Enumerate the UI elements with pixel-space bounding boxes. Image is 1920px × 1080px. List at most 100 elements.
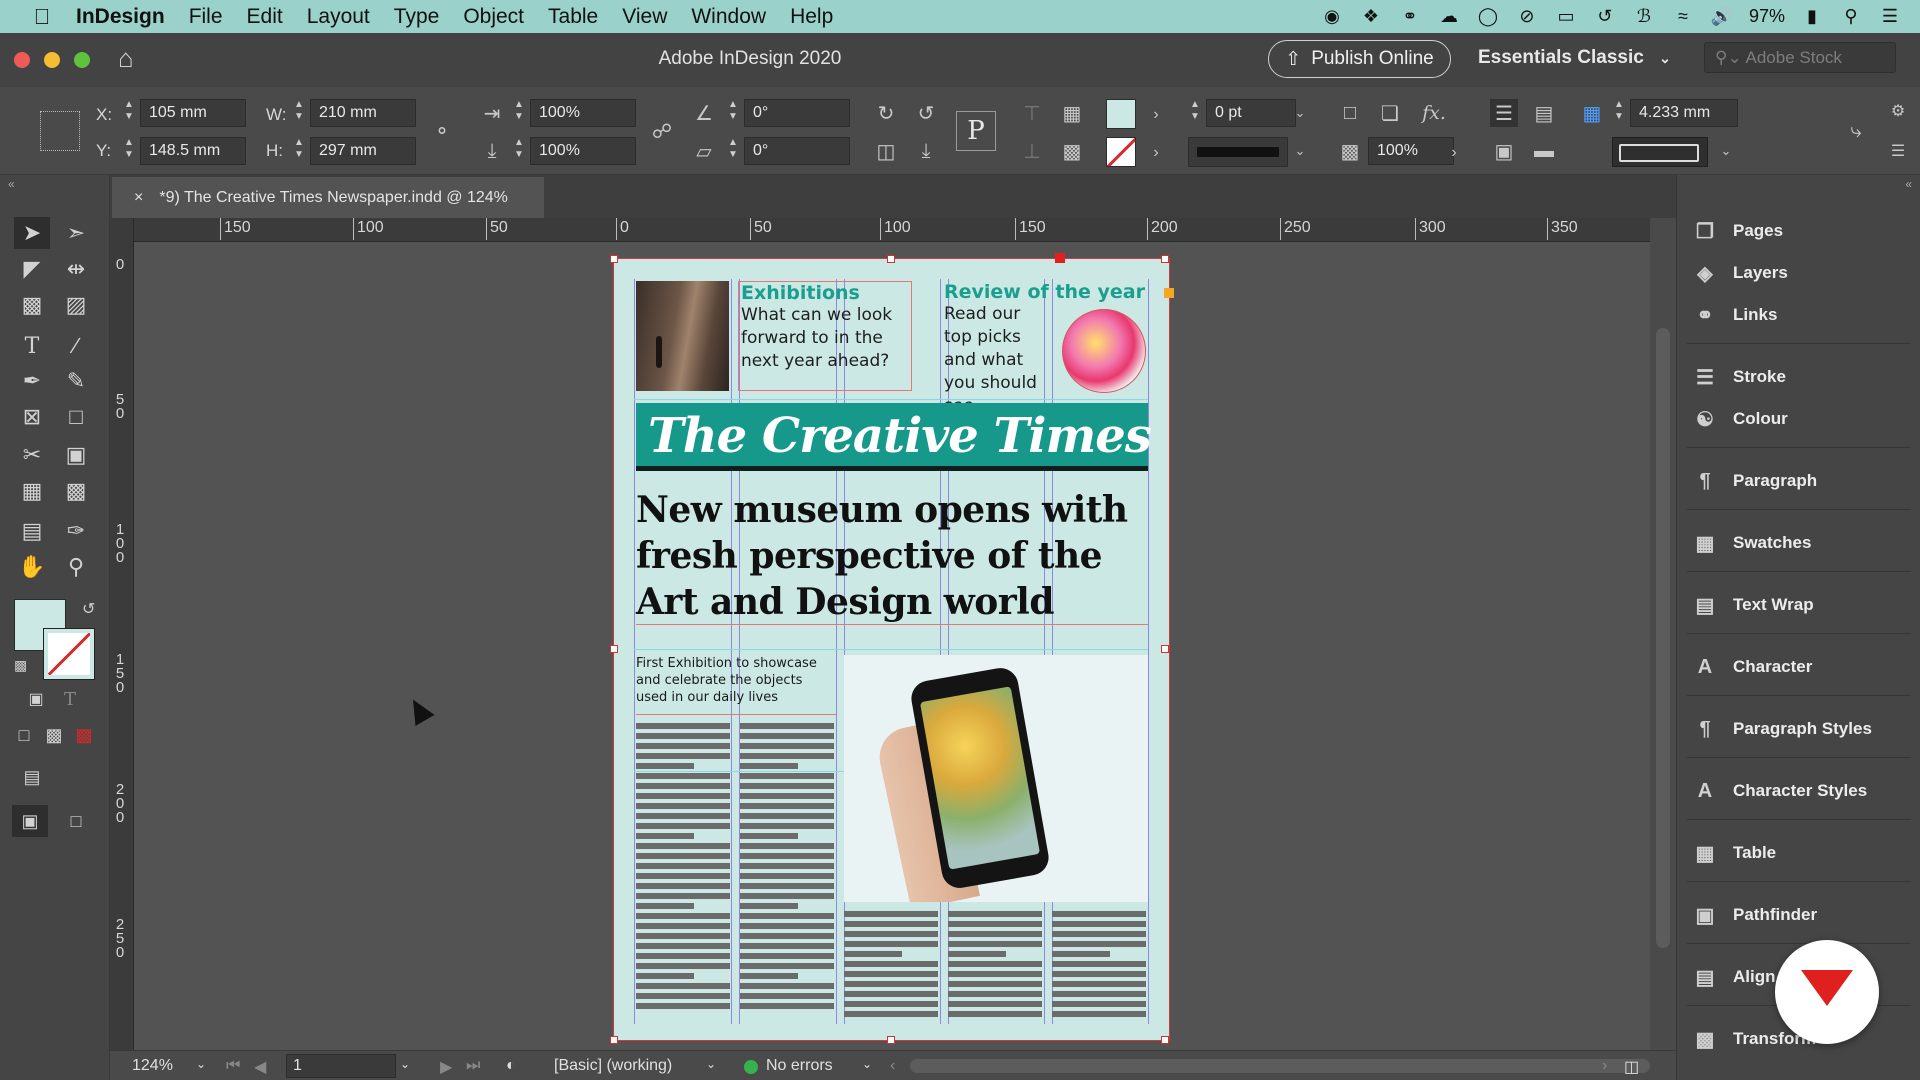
screen-mode-icon[interactable]: ▤ bbox=[14, 761, 50, 793]
previous-page-icon[interactable]: ◀ bbox=[254, 1057, 266, 1077]
w-stepper[interactable]: ▲ ▼ bbox=[292, 99, 306, 127]
preflight-dropdown-icon[interactable]: ⌄ bbox=[706, 1057, 716, 1071]
stroke-weight-stepper[interactable]: ▲ ▼ bbox=[1188, 99, 1202, 127]
selection-tool-icon[interactable]: ➤ bbox=[14, 217, 50, 249]
close-tab-icon[interactable]: × bbox=[134, 189, 143, 207]
deck-frame[interactable]: First Exhibition to showcase and celebra… bbox=[636, 655, 836, 715]
vertical-ruler[interactable]: 0 50 100 150 200 250 bbox=[110, 218, 134, 1050]
rotate-ccw-icon[interactable]: ↺ bbox=[912, 99, 940, 127]
align-top-icon[interactable]: ⊤ bbox=[1018, 99, 1046, 127]
stroke-type-dropdown[interactable] bbox=[1188, 137, 1288, 167]
adobe-stock-search[interactable]: ⚲⌄ Adobe Stock bbox=[1704, 42, 1896, 73]
swap-fill-stroke-icon[interactable]: ↺ bbox=[82, 599, 95, 619]
stroke-weight-field[interactable]: 0 pt bbox=[1206, 99, 1296, 127]
x-field[interactable]: 105 mm bbox=[140, 99, 246, 127]
hand-tool-icon[interactable]: ✋ bbox=[14, 551, 50, 583]
apply-none-icon[interactable]: ▩ bbox=[66, 719, 102, 751]
panel-colour[interactable]: ☯ Colour bbox=[1691, 399, 1911, 439]
panel-links[interactable]: ⚭ Links bbox=[1691, 295, 1911, 335]
text-wrap-object-icon[interactable]: ▣ bbox=[1490, 137, 1518, 165]
phone-photo[interactable] bbox=[844, 655, 1148, 902]
menu-app[interactable]: InDesign bbox=[64, 5, 177, 29]
align-bottom-icon[interactable]: ⊥ bbox=[1018, 137, 1046, 165]
next-page-icon[interactable]: ▶ bbox=[440, 1057, 452, 1077]
menu-type[interactable]: Type bbox=[382, 5, 452, 29]
vertical-scrollbar-thumb[interactable] bbox=[1656, 328, 1670, 948]
corner-options-handle[interactable] bbox=[1164, 288, 1174, 298]
menu-layout[interactable]: Layout bbox=[295, 5, 382, 29]
menu-file[interactable]: File bbox=[177, 5, 235, 29]
headline-frame[interactable]: New museum opens with fresh perspective … bbox=[636, 487, 1148, 625]
scale-x-field[interactable]: 100% bbox=[530, 99, 636, 127]
gap-tool-icon-2[interactable]: ⇹ bbox=[58, 253, 94, 285]
cloud-upload-icon[interactable]: ☁ bbox=[1437, 6, 1461, 27]
h-stepper[interactable]: ▲ ▼ bbox=[292, 137, 306, 165]
rotate-cw-icon[interactable]: ↻ bbox=[872, 99, 900, 127]
last-page-icon[interactable]: ⏭ bbox=[466, 1057, 480, 1075]
panel-table[interactable]: ▦ Table bbox=[1691, 833, 1911, 873]
creative-cloud-icon[interactable]: ⚭ bbox=[1398, 6, 1422, 27]
scale-y-field[interactable]: 100% bbox=[530, 137, 636, 165]
shear-field[interactable]: 0° bbox=[744, 137, 850, 165]
scale-x-stepper[interactable]: ▲ ▼ bbox=[512, 99, 526, 127]
preflight-profile-icon[interactable]: ◐ bbox=[506, 1057, 516, 1075]
content-collector-icon[interactable]: ▩ bbox=[14, 289, 50, 321]
page-number-field[interactable]: 1 bbox=[286, 1054, 396, 1078]
formatting-text-icon[interactable]: T bbox=[52, 683, 88, 715]
wifi-icon[interactable]: ≈ bbox=[1671, 6, 1695, 27]
stroke-weight-dropdown-icon[interactable]: ⌄ bbox=[1286, 99, 1314, 127]
y-stepper[interactable]: ▲ ▼ bbox=[122, 137, 136, 165]
stroke-swatch[interactable] bbox=[1106, 137, 1136, 167]
panel-pathfinder[interactable]: ▣ Pathfinder bbox=[1691, 895, 1911, 935]
workspace-switcher[interactable]: Essentials Classic ⌄ bbox=[1478, 47, 1671, 69]
preflight-profile-label[interactable]: [Basic] (working) bbox=[554, 1057, 672, 1075]
airplay-icon[interactable]: ▭ bbox=[1554, 6, 1578, 27]
x-stepper[interactable]: ▲ ▼ bbox=[122, 99, 136, 127]
body-text-column[interactable] bbox=[636, 719, 730, 1019]
text-wrap-box-icon[interactable]: ▤ bbox=[1530, 99, 1558, 127]
document-page[interactable]: Exhibitions What can we look forward to … bbox=[610, 253, 1174, 1044]
scroll-right-icon[interactable]: › bbox=[1602, 1057, 1607, 1075]
menu-table[interactable]: Table bbox=[536, 5, 610, 29]
selection-handle[interactable] bbox=[887, 1036, 895, 1044]
stroke-color-swatch[interactable] bbox=[43, 628, 95, 680]
preflight-status-label[interactable]: No errors bbox=[766, 1057, 833, 1075]
panel-menu-icon[interactable]: ☰ bbox=[1884, 137, 1912, 165]
menu-view[interactable]: View bbox=[610, 5, 679, 29]
text-wrap-jump-icon[interactable]: ▬ bbox=[1530, 137, 1558, 165]
body-text-column[interactable] bbox=[844, 907, 938, 1022]
collapse-tools-icon[interactable]: « bbox=[8, 177, 15, 191]
rotate-field[interactable]: 0° bbox=[744, 99, 850, 127]
body-text-column[interactable] bbox=[1052, 907, 1146, 1022]
content-placer-icon[interactable]: ▨ bbox=[58, 289, 94, 321]
w-field[interactable]: 210 mm bbox=[310, 99, 416, 127]
flip-vertical-icon[interactable]: ⤓ bbox=[912, 137, 940, 165]
note-tool-icon[interactable]: ▤ bbox=[14, 515, 50, 547]
scissors-tool-icon[interactable]: ✂ bbox=[14, 439, 50, 471]
time-machine-icon[interactable]: ↺ bbox=[1593, 6, 1617, 27]
eyedropper-tool-icon[interactable]: ✑ bbox=[58, 515, 94, 547]
shear-stepper[interactable]: ▲ ▼ bbox=[726, 137, 740, 165]
out-port-handle[interactable] bbox=[1055, 253, 1065, 263]
bluetooth-icon[interactable]: ℬ bbox=[1632, 6, 1656, 27]
panel-paragraph[interactable]: ¶ Paragraph bbox=[1691, 461, 1911, 501]
link-scale-icon[interactable]: ☍ bbox=[648, 117, 676, 145]
corner-shape-chevron-icon[interactable]: ⌄ bbox=[1712, 137, 1740, 165]
exhibitions-photo[interactable] bbox=[636, 281, 729, 391]
menu-object[interactable]: Object bbox=[451, 5, 536, 29]
selection-handle[interactable] bbox=[1161, 645, 1169, 653]
do-not-disturb-icon[interactable]: ⊘ bbox=[1515, 6, 1539, 27]
panel-stroke[interactable]: ☰ Stroke bbox=[1691, 357, 1911, 397]
vertical-scrollbar[interactable] bbox=[1650, 218, 1676, 1050]
spotlight-search-icon[interactable]: ⚲ bbox=[1839, 6, 1863, 27]
panel-pages[interactable]: ❐ Pages bbox=[1691, 211, 1911, 251]
free-transform-tool-icon[interactable]: ▣ bbox=[58, 439, 94, 471]
page-tool-icon[interactable]: ◤ bbox=[14, 253, 50, 285]
corner-shape-dropdown[interactable] bbox=[1612, 137, 1708, 167]
h-field[interactable]: 297 mm bbox=[310, 137, 416, 165]
stroke-type-dropdown-icon[interactable]: ⌄ bbox=[1286, 137, 1314, 165]
horizontal-scrollbar-thumb[interactable] bbox=[910, 1059, 1650, 1073]
normal-view-icon[interactable]: ▣ bbox=[12, 805, 48, 837]
scroll-left-icon[interactable]: ‹ bbox=[890, 1057, 895, 1075]
gap-field[interactable]: 4.233 mm bbox=[1630, 99, 1738, 127]
